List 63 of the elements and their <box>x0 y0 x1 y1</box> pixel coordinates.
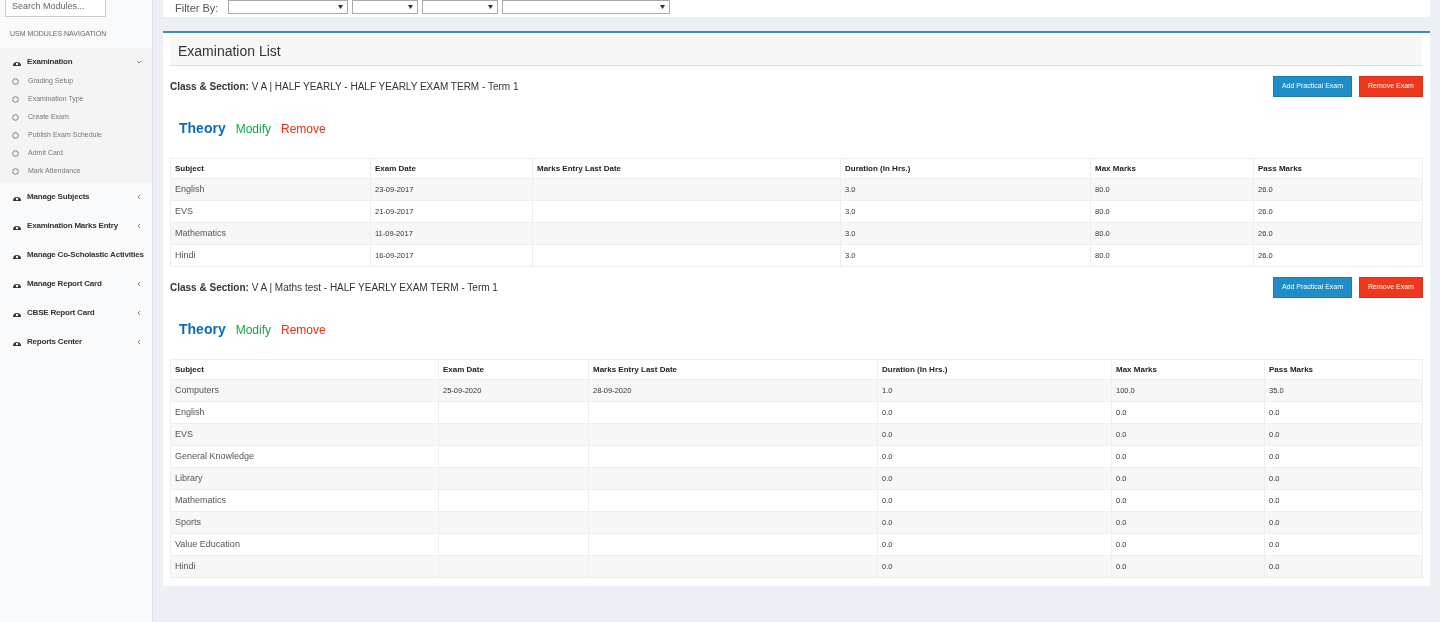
column-header: Subject <box>170 359 439 380</box>
table-cell: English <box>175 183 205 194</box>
chevron-left-icon <box>136 223 142 229</box>
chevron-left-icon <box>136 310 142 316</box>
exam-type-heading: Theory <box>179 320 226 339</box>
column-header: Subject <box>170 158 371 179</box>
filter-label: Filter By: <box>175 3 219 14</box>
remove-link[interactable]: Remove <box>281 321 326 339</box>
caret-icon <box>660 5 666 9</box>
chevron-left-icon <box>136 194 142 200</box>
chevron-left-icon <box>136 281 142 287</box>
sidebar-item[interactable]: Manage Subjects <box>0 182 152 212</box>
sidebar-item[interactable]: Examination Marks Entry <box>0 211 152 241</box>
table-cell: Library <box>175 472 203 483</box>
table-cell: Mathematics <box>175 494 227 505</box>
search-field[interactable]: Search Modules... <box>5 0 106 17</box>
circle-icon <box>12 168 19 175</box>
sidebar-item[interactable]: Reports Center <box>0 327 152 357</box>
chevron-down-icon <box>136 59 142 65</box>
exam-type-heading: Theory <box>179 119 226 138</box>
table-cell: Sports <box>175 516 201 527</box>
remove-link[interactable]: Remove <box>281 120 326 138</box>
column-header: Pass Marks <box>1264 359 1423 380</box>
circle-icon <box>12 78 19 85</box>
circle-icon <box>12 96 19 103</box>
sidebar-item[interactable]: CBSE Report Card <box>0 298 152 328</box>
sidebar-item[interactable]: Examination <box>0 47 152 77</box>
table-cell: EVS <box>175 428 193 439</box>
caret-icon <box>408 5 414 9</box>
table-cell: Hindi <box>175 249 196 260</box>
class-section-line: Class & Section: V A | HALF YEARLY - HALF YEARLY EXAM TERM - Term 1 <box>170 80 519 94</box>
filter-select[interactable] <box>228 0 349 14</box>
caret-icon <box>488 5 494 9</box>
class-section-line: Class & Section: V A | Maths test - HALF YEARLY EXAM TERM - Term 1 <box>170 281 498 295</box>
table-cell: Hindi <box>175 560 196 571</box>
circle-icon <box>12 114 19 121</box>
column-header: Marks Entry Last Date <box>588 359 878 380</box>
caret-icon <box>338 5 344 9</box>
circle-icon <box>12 150 19 157</box>
column-header: Exam Date <box>438 359 589 380</box>
filter-select[interactable] <box>422 0 499 14</box>
table-cell: EVS <box>175 205 193 216</box>
column-header: Pass Marks <box>1253 158 1423 179</box>
column-header: Max Marks <box>1090 158 1254 179</box>
table-cell: Mathematics <box>175 227 227 238</box>
table-cell: Value Education <box>175 538 240 549</box>
modify-link[interactable]: Modify <box>235 120 272 138</box>
column-header: Marks Entry Last Date <box>532 158 841 179</box>
sidebar-item[interactable]: Manage Report Card <box>0 269 152 299</box>
column-header: Max Marks <box>1111 359 1265 380</box>
sidebar-item[interactable]: Manage Co-Scholastic Activities <box>0 240 152 270</box>
chevron-left-icon <box>136 339 142 345</box>
column-header: Duration (In Hrs.) <box>840 158 1091 179</box>
filter-select[interactable] <box>352 0 419 14</box>
panel-title: Examination List <box>178 41 281 61</box>
circle-icon <box>12 132 19 139</box>
column-header: Duration (In Hrs.) <box>877 359 1112 380</box>
modify-link[interactable]: Modify <box>235 321 272 339</box>
table-cell: Computers <box>175 384 219 395</box>
table-cell: English <box>175 406 205 417</box>
filter-select[interactable] <box>502 0 671 14</box>
table-cell: General Knowledge <box>175 450 255 461</box>
column-header: Exam Date <box>370 158 533 179</box>
